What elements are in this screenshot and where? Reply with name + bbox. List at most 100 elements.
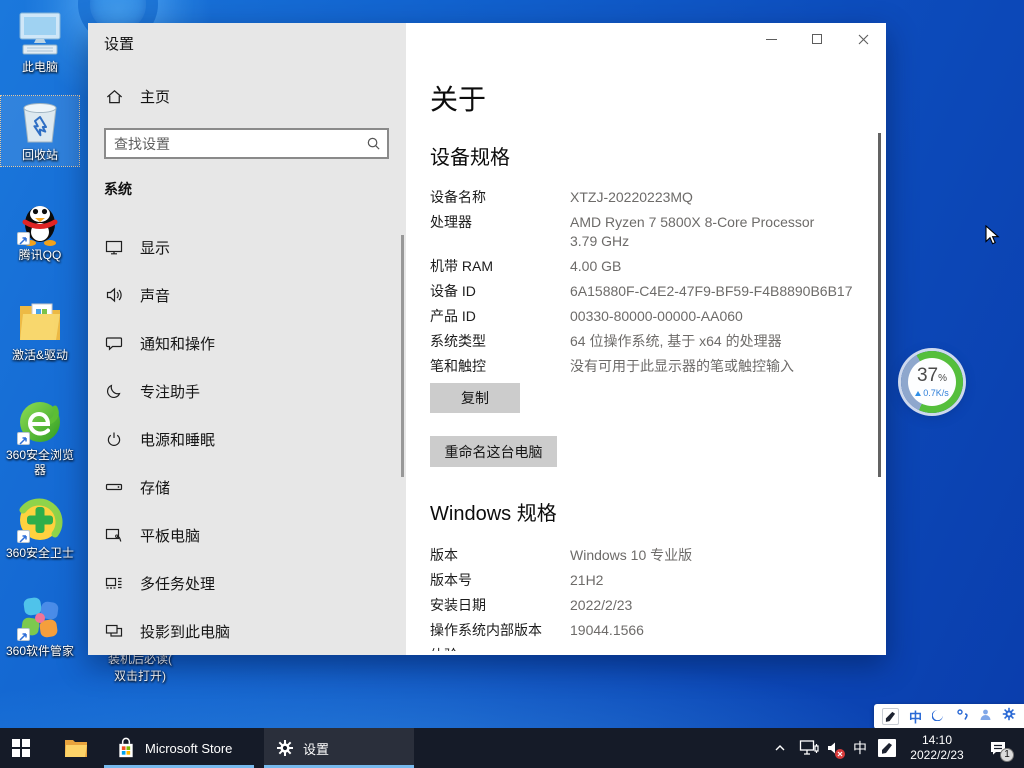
spec-row-installed-on: 安装日期 2022/2/23: [430, 596, 862, 615]
upload-arrow-icon: [915, 391, 921, 396]
desktop-icon-360-software-manager[interactable]: 360软件管家: [1, 594, 79, 659]
main-scrollbar[interactable]: [878, 133, 881, 477]
ime-toolbar: 中: [874, 704, 1024, 729]
tray-ime-mode[interactable]: 中: [848, 728, 872, 768]
sidebar-item-notifications[interactable]: 通知和操作: [88, 319, 398, 367]
desktop-icon-360-browser[interactable]: 360安全浏览器: [1, 398, 79, 478]
tray-show-hidden-icons[interactable]: [768, 728, 792, 768]
sidebar-item-multitasking[interactable]: 多任务处理: [88, 559, 398, 607]
notification-count-badge: 1: [1000, 748, 1014, 762]
home-icon: [104, 86, 124, 106]
recycle-bin-icon: [16, 98, 64, 146]
spec-row-os-build: 操作系统内部版本 19044.1566: [430, 621, 862, 640]
settings-search-box[interactable]: [104, 128, 389, 159]
desktop-icon-readme-label[interactable]: 装机后必读( 双击打开): [84, 651, 196, 685]
sidebar-section-system: 系统: [104, 179, 132, 199]
settings-main-pane: 关于 设备规格 设备名称 XTZJ-20220223MQ 处理器 AMD Ryz…: [406, 23, 886, 655]
maximize-button[interactable]: [794, 23, 840, 55]
sidebar-item-label: 通知和操作: [140, 333, 215, 354]
windows-spec-heading: Windows 规格: [430, 501, 862, 527]
folder-icon: [16, 298, 64, 346]
360-safeguard-icon: [16, 496, 64, 544]
power-icon: [104, 429, 124, 449]
sidebar-item-label: 投影到此电脑: [140, 621, 230, 642]
sidebar-item-sound[interactable]: 声音: [88, 271, 398, 319]
projecting-icon: [104, 621, 124, 641]
sidebar-item-label: 显示: [140, 237, 170, 258]
sidebar-item-tablet[interactable]: 平板电脑: [88, 511, 398, 559]
shortcut-arrow-icon: [17, 628, 30, 641]
sidebar-item-projecting[interactable]: 投影到此电脑: [88, 607, 398, 655]
desktop-icon-tencent-qq[interactable]: 腾讯QQ: [1, 198, 79, 263]
desktop-icon-label: 腾讯QQ: [1, 248, 79, 263]
desktop-icon-label: 回收站: [1, 148, 79, 163]
window-title: 设置: [104, 33, 134, 54]
action-center-button[interactable]: 1: [978, 728, 1018, 768]
minimize-button[interactable]: [748, 23, 794, 55]
sidebar-item-power-sleep[interactable]: 电源和睡眠: [88, 415, 398, 463]
ime-moon-icon[interactable]: [932, 707, 946, 726]
desktop-icon-label: 360安全浏览器: [1, 448, 79, 478]
spec-row-edition: 版本 Windows 10 专业版: [430, 546, 862, 565]
ime-settings-gear-icon[interactable]: [1002, 707, 1016, 726]
desktop-icon-recycle-bin[interactable]: 回收站: [1, 96, 79, 166]
desktop-icon-label: 360安全卫士: [1, 546, 79, 561]
search-icon[interactable]: [359, 136, 387, 151]
ime-mode-indicator[interactable]: 中: [909, 707, 922, 726]
store-label: Microsoft Store: [145, 741, 232, 756]
spec-row-device-id: 设备 ID 6A15880F-C4E2-47F9-BF59-F4B8890B6B…: [430, 282, 862, 301]
spec-row-clipped: 体验: [430, 646, 862, 651]
memory-percent: 37: [917, 365, 938, 386]
sidebar-item-home[interactable]: 主页: [104, 83, 170, 109]
desktop-icon-label: 激活&驱动: [1, 348, 79, 363]
sidebar-item-label: 多任务处理: [140, 573, 215, 594]
tray-volume-muted-icon[interactable]: [822, 728, 846, 768]
settings-window: 设置 主页 系统 显示 声音: [88, 23, 886, 655]
spec-row-product-id: 产品 ID 00330-80000-00000-AA060: [430, 307, 862, 326]
360-accelerator-ball[interactable]: 37% 0.7K/s: [901, 351, 963, 413]
taskbar-clock[interactable]: 14:10 2022/2/23: [902, 728, 972, 768]
notification-bubble-icon: [104, 333, 124, 353]
network-speed: 0.7K/s: [923, 388, 949, 399]
close-button[interactable]: [840, 23, 886, 55]
spec-row-system-type: 系统类型 64 位操作系统, 基于 x64 的处理器: [430, 332, 862, 351]
tray-network-icon[interactable]: [796, 728, 822, 768]
taskbar-settings-label: 设置: [303, 739, 329, 758]
desktop-icon-label: 360软件管家: [1, 644, 79, 659]
tray-time: 14:10: [922, 733, 952, 748]
rename-pc-button[interactable]: 重命名这台电脑: [430, 436, 557, 467]
sidebar-item-focus-assist[interactable]: 专注助手: [88, 367, 398, 415]
device-spec-heading: 设备规格: [430, 145, 862, 171]
storage-drive-icon: [104, 477, 124, 497]
taskbar: Microsoft Store 设置 中 14:10 2022/2/23 1: [0, 728, 1024, 768]
desktop-icon-360-safeguard[interactable]: 360安全卫士: [1, 496, 79, 561]
ime-punctuation-icon[interactable]: [956, 708, 969, 726]
copy-button[interactable]: 复制: [430, 383, 520, 413]
desktop-icon-activation-folder[interactable]: 激活&驱动: [1, 298, 79, 363]
file-explorer-button[interactable]: [54, 728, 98, 768]
gear-icon: [276, 739, 294, 757]
percent-sign: %: [938, 373, 947, 384]
desktop-icon-this-pc[interactable]: 此电脑: [1, 10, 79, 75]
page-title: 关于: [430, 82, 862, 118]
spec-row-device-name: 设备名称 XTZJ-20220223MQ: [430, 188, 862, 207]
taskbar-microsoft-store[interactable]: Microsoft Store: [104, 728, 254, 768]
this-pc-icon: [16, 10, 64, 58]
sidebar-item-label: 声音: [140, 285, 170, 306]
spec-row-processor: 处理器 AMD Ryzen 7 5800X 8-Core Processor 3…: [430, 213, 862, 251]
shortcut-arrow-icon: [17, 232, 30, 245]
store-bag-icon: [116, 737, 136, 759]
sidebar-scrollbar[interactable]: [401, 235, 404, 477]
sidebar-item-label: 平板电脑: [140, 525, 200, 546]
spec-row-ram: 机带 RAM 4.00 GB: [430, 257, 862, 276]
start-button[interactable]: [12, 739, 30, 757]
taskbar-settings[interactable]: 设置: [264, 728, 414, 768]
ime-logo-icon[interactable]: [882, 708, 899, 725]
sidebar-item-storage[interactable]: 存储: [88, 463, 398, 511]
search-input[interactable]: [106, 136, 359, 152]
ime-user-icon[interactable]: [979, 708, 992, 726]
tray-ime-icon[interactable]: [874, 728, 900, 768]
tray-date: 2022/2/23: [910, 748, 963, 763]
sidebar-item-display[interactable]: 显示: [88, 223, 398, 271]
moon-icon: [104, 381, 124, 401]
